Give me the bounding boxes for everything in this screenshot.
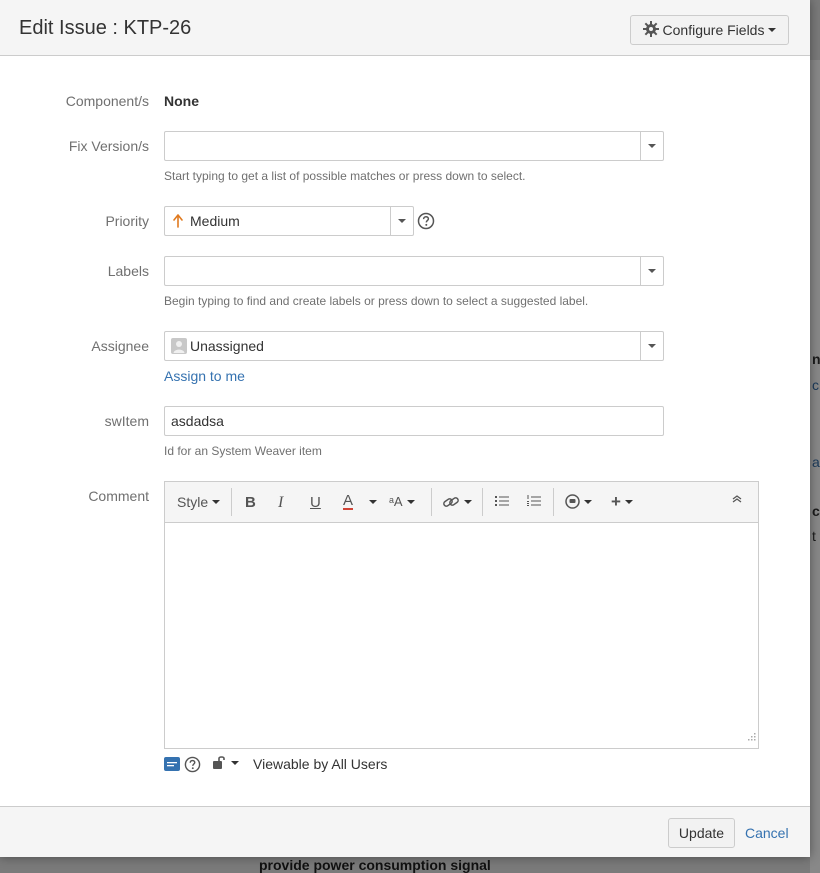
background-link-fragment: c xyxy=(812,377,819,393)
dialog-title: Edit Issue : KTP-26 xyxy=(19,17,192,39)
priority-select[interactable]: Medium xyxy=(164,206,414,236)
switem-value: asdadsa xyxy=(171,413,224,429)
dropdown-arrow-icon[interactable] xyxy=(640,132,663,160)
priority-label: Priority xyxy=(105,213,149,229)
edit-issue-dialog: Edit Issue : KTP-26 Configure Fields Com… xyxy=(0,0,810,857)
assign-to-me-link[interactable]: Assign to me xyxy=(164,368,245,384)
chevron-down-icon xyxy=(369,500,378,504)
bold-icon[interactable]: B xyxy=(245,494,256,511)
chevron-down-icon xyxy=(584,499,592,504)
dialog-header: Edit Issue : KTP-26 Configure Fields xyxy=(0,0,810,56)
fix-version-select[interactable] xyxy=(164,131,664,161)
italic-icon[interactable]: I xyxy=(278,494,283,512)
components-value: None xyxy=(164,93,199,109)
wiki-markup-icon[interactable] xyxy=(164,757,180,776)
emoticon-icon[interactable] xyxy=(565,494,592,509)
background-text-fragment: t t xyxy=(812,528,820,544)
assignee-select[interactable]: Unassigned xyxy=(164,331,664,361)
editor-toolbar: Style B I U A ᵃA + xyxy=(165,482,758,523)
chevron-down-icon xyxy=(231,761,239,765)
insert-more-icon[interactable]: + xyxy=(611,492,633,512)
help-icon[interactable] xyxy=(184,756,201,778)
background-text-fragment: nt xyxy=(812,351,820,367)
comment-editor: Style B I U A ᵃA + xyxy=(164,481,759,749)
chevron-down-icon xyxy=(212,500,221,504)
labels-label: Labels xyxy=(107,263,149,279)
background-text-fragment: cu xyxy=(812,503,820,519)
numbered-list-icon[interactable] xyxy=(526,494,542,508)
security-level-dropdown[interactable] xyxy=(212,755,239,771)
bullet-list-icon[interactable] xyxy=(494,494,510,508)
assignee-value: Unassigned xyxy=(190,338,264,354)
style-dropdown[interactable]: Style xyxy=(177,494,221,510)
unlock-icon xyxy=(213,756,225,769)
chevron-down-icon xyxy=(768,28,777,32)
arrow-up-icon xyxy=(173,214,183,233)
update-button[interactable]: Update xyxy=(668,818,735,848)
style-dropdown-label: Style xyxy=(177,494,209,510)
fix-version-label: Fix Version/s xyxy=(68,138,149,154)
components-label: Component/s xyxy=(65,93,149,109)
comment-label: Comment xyxy=(88,488,149,504)
configure-fields-button[interactable]: Configure Fields xyxy=(630,15,789,45)
labels-hint: Begin typing to find and create labels o… xyxy=(164,294,589,308)
user-avatar-icon xyxy=(171,338,187,359)
resize-handle-icon[interactable] xyxy=(748,728,756,746)
question-circle-icon[interactable] xyxy=(417,212,435,235)
dropdown-arrow-icon[interactable] xyxy=(390,207,413,235)
switem-input[interactable]: asdadsa xyxy=(164,406,664,436)
chevron-down-icon xyxy=(464,500,472,504)
labels-select[interactable] xyxy=(164,256,664,286)
dropdown-arrow-icon[interactable] xyxy=(640,332,663,360)
chevron-down-icon xyxy=(406,499,415,504)
priority-value: Medium xyxy=(190,213,240,229)
background-link-fragment: are xyxy=(812,454,820,470)
switem-label: swItem xyxy=(104,413,149,429)
comment-visibility: Viewable by All Users xyxy=(253,756,388,772)
text-format-icon[interactable]: ᵃA xyxy=(389,494,415,509)
collapse-toolbar-icon[interactable] xyxy=(731,494,743,504)
background-summary-text: provide power consumption signal xyxy=(259,857,491,873)
configure-fields-label: Configure Fields xyxy=(662,22,765,38)
gear-icon xyxy=(642,20,659,40)
text-color-icon[interactable]: A xyxy=(343,493,378,510)
assignee-label: Assignee xyxy=(91,338,149,354)
switem-hint: Id for an System Weaver item xyxy=(164,444,322,458)
underline-icon[interactable]: U xyxy=(310,494,321,511)
dropdown-arrow-icon[interactable] xyxy=(640,257,663,285)
cancel-link[interactable]: Cancel xyxy=(745,825,789,841)
fix-version-hint: Start typing to get a list of possible m… xyxy=(164,169,526,183)
comment-text-area[interactable] xyxy=(165,523,758,748)
chevron-down-icon xyxy=(624,500,633,504)
link-icon[interactable] xyxy=(442,494,472,510)
dialog-footer: Update Cancel xyxy=(0,806,810,857)
